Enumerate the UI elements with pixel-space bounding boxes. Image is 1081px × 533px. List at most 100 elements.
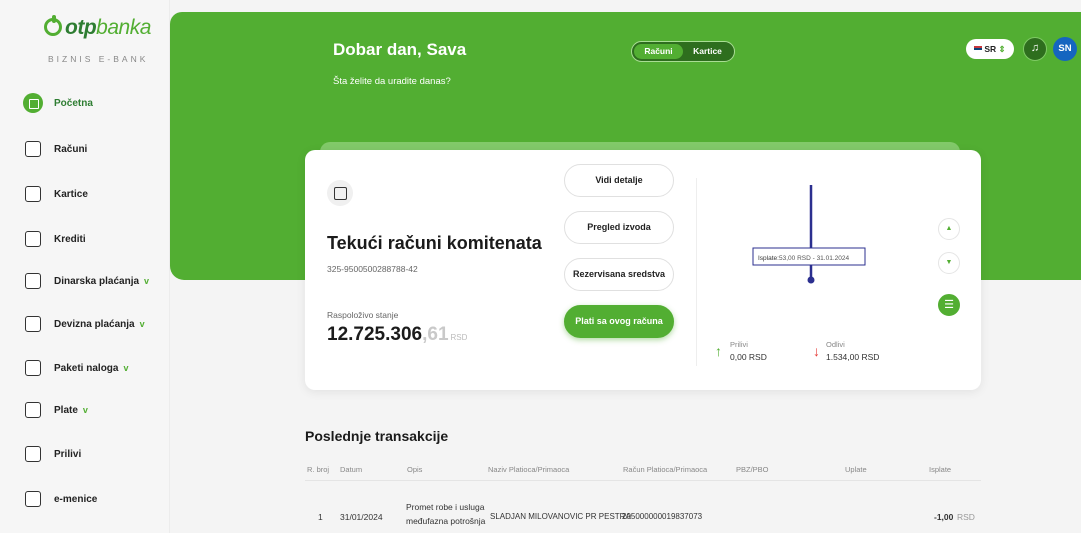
sidebar-item-text: Plate: [54, 404, 78, 416]
otp-banka-logo[interactable]: otpbanka: [44, 15, 151, 40]
table-header-divider: [305, 480, 981, 481]
col-racun: Račun Platioca/Primaoca: [623, 465, 708, 474]
sidebar-item-plate[interactable]: Plate v: [0, 392, 170, 428]
sidebar-item-devizna-placanja[interactable]: Devizna plaćanja v: [0, 306, 170, 342]
pay-from-account-button[interactable]: Plati sa ovog računa: [564, 305, 674, 338]
row-desc-line2: međufazna potrošnja: [406, 516, 486, 526]
card-icon: [25, 186, 41, 202]
list-view-icon[interactable]: ☰: [938, 294, 960, 316]
outflow-legend: Odlivi 1.534,00 RSD: [826, 340, 879, 362]
chevron-down-icon: v: [139, 318, 145, 329]
serbian-flag-icon: [974, 46, 983, 52]
loan-icon: [25, 231, 41, 247]
row-number: 1: [318, 512, 323, 522]
sidebar-item-label: Kartice: [54, 188, 88, 200]
balance-currency: RSD: [450, 333, 468, 342]
sidebar-item-label: Početna: [54, 97, 93, 109]
sidebar: otpbanka BIZNIS E-BANK Početna Računi Ka…: [0, 0, 170, 533]
row-party: SLADJAN MILOVANOVIC PR PESTRA: [490, 512, 631, 521]
balance-decimals: ,61: [422, 324, 449, 345]
chart-point: [807, 276, 815, 284]
e-bill-icon: [25, 491, 41, 507]
order-package-icon: [25, 360, 41, 376]
sidebar-item-label: Plate v: [54, 405, 88, 416]
notifications-bell-icon[interactable]: ♫: [1023, 37, 1047, 61]
sidebar-item-pocetna[interactable]: Početna: [0, 85, 170, 121]
col-opis: Opis: [407, 465, 423, 474]
toggle-racuni[interactable]: Računi: [634, 44, 683, 59]
col-uplate: Uplate: [845, 465, 867, 474]
arrow-up-icon: ↑: [715, 343, 722, 359]
outflow-label: Odlivi: [826, 340, 845, 349]
sidebar-item-racuni[interactable]: Računi: [0, 131, 170, 167]
chevron-down-icon: v: [123, 362, 129, 373]
col-isplate: Isplate: [929, 465, 952, 474]
dinar-payment-icon: [25, 273, 41, 289]
updown-chevron-icon: ⇕: [998, 44, 1006, 54]
language-select[interactable]: SR ⇕: [966, 39, 1014, 59]
sidebar-item-label: Krediti: [54, 233, 86, 245]
sidebar-item-label: Računi: [54, 143, 88, 155]
row-account: 205000000019837073: [622, 512, 703, 521]
col-datum: Datum: [340, 465, 363, 474]
balance-amount: 12.725.306,61 RSD: [327, 324, 467, 346]
balance-integer: 12.725.306: [327, 324, 423, 345]
sidebar-item-text: Paketi naloga: [54, 362, 119, 374]
arrow-down-icon: ↓: [813, 343, 820, 359]
account-icon: [25, 141, 41, 157]
sidebar-item-prilivi[interactable]: Prilivi: [0, 436, 170, 472]
account-icon: [327, 180, 353, 206]
logo-otp-text: otp: [65, 16, 97, 39]
sidebar-item-label: e-menice: [54, 493, 98, 505]
chart-scroll-up-button[interactable]: ▲: [938, 218, 960, 240]
accounts-cards-toggle: Računi Kartice: [631, 41, 735, 62]
foreign-payment-icon: [25, 316, 41, 332]
language-code: SR: [984, 44, 997, 54]
inflow-value: 0,00 RSD: [730, 352, 767, 362]
chart-scroll-down-button[interactable]: ▼: [938, 252, 960, 274]
inflow-legend: Prilivi 0,00 RSD: [730, 340, 767, 362]
greeting-subtitle: Šta želite da uradite danas?: [333, 76, 451, 87]
inflow-label: Prilivi: [730, 340, 748, 349]
balance-label: Raspoloživo stanje: [327, 310, 399, 320]
user-avatar[interactable]: SN: [1053, 37, 1077, 61]
sidebar-item-label: Paketi naloga v: [54, 363, 128, 374]
salary-icon: [25, 402, 41, 418]
row-out-currency: RSD: [957, 512, 975, 522]
sidebar-item-krediti[interactable]: Krediti: [0, 221, 170, 257]
transactions-chart: Isplate: 53,00 RSD - 31.01.2024: [752, 185, 866, 284]
outflow-value: 1.534,00 RSD: [826, 352, 880, 362]
row-out-amount: -1,00: [934, 512, 954, 522]
account-title: Tekući računi komitenata: [327, 233, 542, 253]
statements-button[interactable]: Pregled izvoda: [564, 211, 674, 244]
otp-logo-mark-icon: [44, 15, 62, 36]
sidebar-item-dinarska-placanja[interactable]: Dinarska plaćanja v: [0, 263, 170, 299]
chart-tooltip-value: 53,00 RSD - 31.01.2024: [779, 255, 849, 262]
col-pbz-pbo: PBZ/PBO: [736, 465, 769, 474]
sidebar-item-e-menice[interactable]: e-menice: [0, 481, 170, 517]
sidebar-item-label: Dinarska plaćanja v: [54, 276, 149, 287]
row-desc-line1: Promet robe i usluga: [406, 502, 485, 512]
app-frame: otpbanka BIZNIS E-BANK Početna Računi Ka…: [0, 0, 1081, 533]
brand-tagline: BIZNIS E-BANK: [48, 54, 149, 64]
sidebar-item-label: Prilivi: [54, 448, 82, 460]
toggle-kartice[interactable]: Kartice: [683, 44, 732, 59]
account-card: Tekući računi komitenata 325-95005002887…: [305, 150, 981, 390]
home-dashboard-icon: [23, 93, 43, 113]
sidebar-item-label: Devizna plaćanja v: [54, 319, 145, 330]
logo-banka-text: banka: [96, 16, 151, 39]
view-details-button[interactable]: Vidi detalje: [564, 164, 674, 197]
sidebar-item-text: Dinarska plaćanja: [54, 275, 140, 287]
col-naziv: Naziv Platioca/Primaoca: [488, 465, 570, 474]
chevron-down-icon: v: [82, 404, 88, 415]
col-rbroj: R. broj: [307, 465, 330, 474]
sidebar-item-paketi-naloga[interactable]: Paketi naloga v: [0, 350, 170, 386]
reserved-funds-button[interactable]: Rezervisana sredstva: [564, 258, 674, 291]
row-date: 31/01/2024: [340, 512, 383, 522]
chart-tooltip-label: Isplate:: [758, 255, 779, 262]
inflow-icon: [25, 446, 41, 462]
chevron-down-icon: v: [144, 275, 150, 286]
account-number: 325-9500500288788-42: [327, 264, 418, 274]
greeting: Dobar dan, Sava: [333, 40, 467, 59]
sidebar-item-kartice[interactable]: Kartice: [0, 176, 170, 212]
